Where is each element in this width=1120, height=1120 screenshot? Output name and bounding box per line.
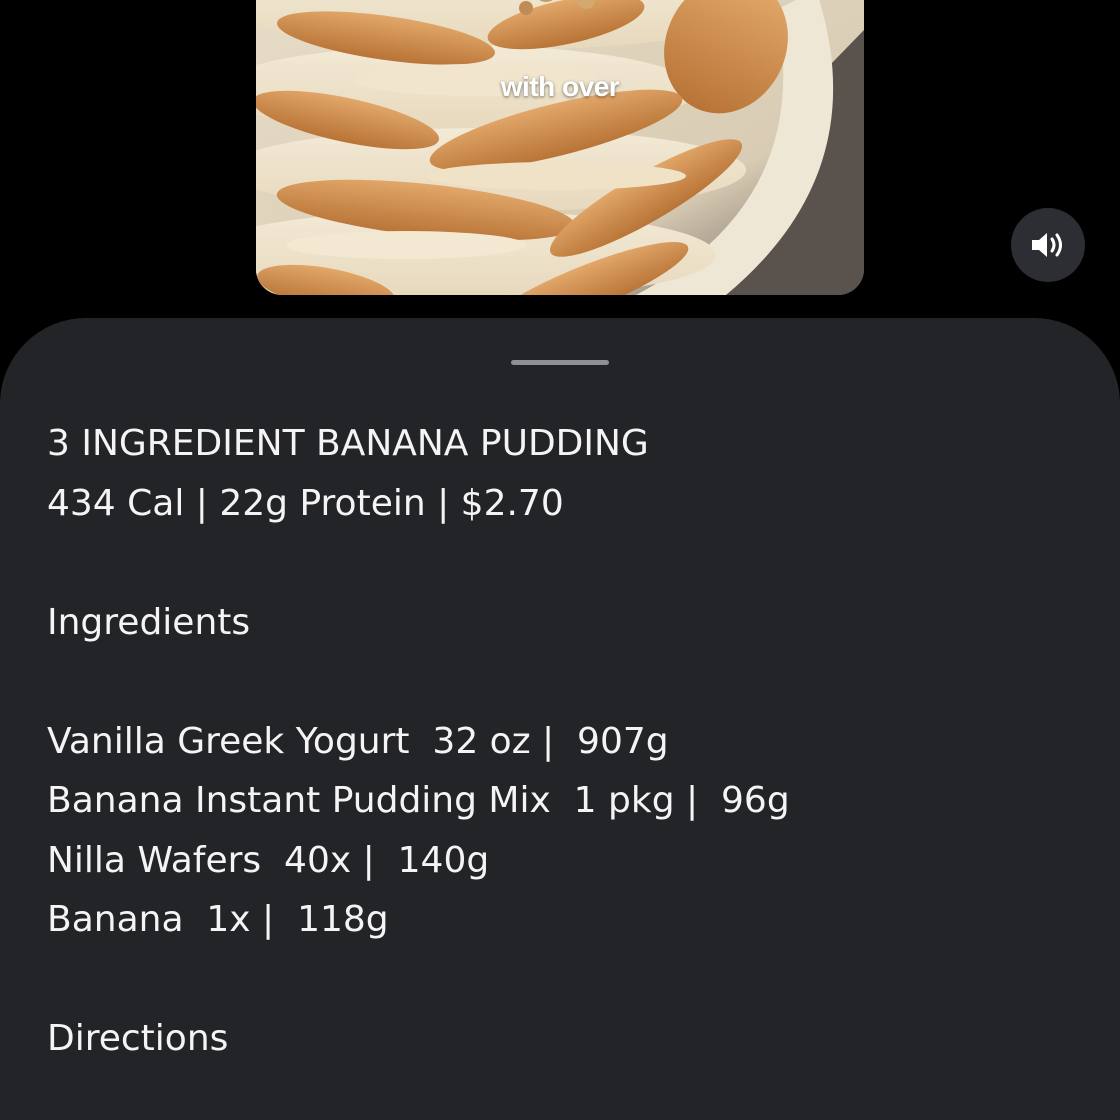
directions-heading: Directions	[47, 1018, 229, 1059]
video-caption: with over	[500, 71, 620, 102]
video-thumbnail[interactable]: with over	[256, 0, 864, 295]
banana-pudding-image	[256, 0, 864, 295]
sheet-grab-handle[interactable]	[511, 360, 609, 365]
recipe-description: 3 INGREDIENT BANANA PUDDING 434 Cal | 22…	[47, 414, 1077, 1069]
speaker-volume-icon	[1032, 233, 1062, 257]
description-sheet[interactable]: 3 INGREDIENT BANANA PUDDING 434 Cal | 22…	[0, 318, 1120, 1120]
ingredients-heading: Ingredients	[47, 601, 251, 643]
ingredient-item: Banana 1x | 118g	[47, 899, 389, 940]
volume-button[interactable]	[1011, 208, 1085, 282]
recipe-title: 3 INGREDIENT BANANA PUDDING	[47, 423, 649, 464]
ingredient-item: Banana Instant Pudding Mix 1 pkg | 96g	[47, 780, 790, 821]
reel-screen: with over 3 INGREDIENT BANANA PUDDING 43…	[0, 0, 1120, 1120]
ingredient-item: Nilla Wafers 40x | 140g	[47, 839, 490, 881]
recipe-stats: 434 Cal | 22g Protein | $2.70	[47, 482, 564, 524]
ingredient-item: Vanilla Greek Yogurt 32 oz | 907g	[47, 720, 669, 762]
